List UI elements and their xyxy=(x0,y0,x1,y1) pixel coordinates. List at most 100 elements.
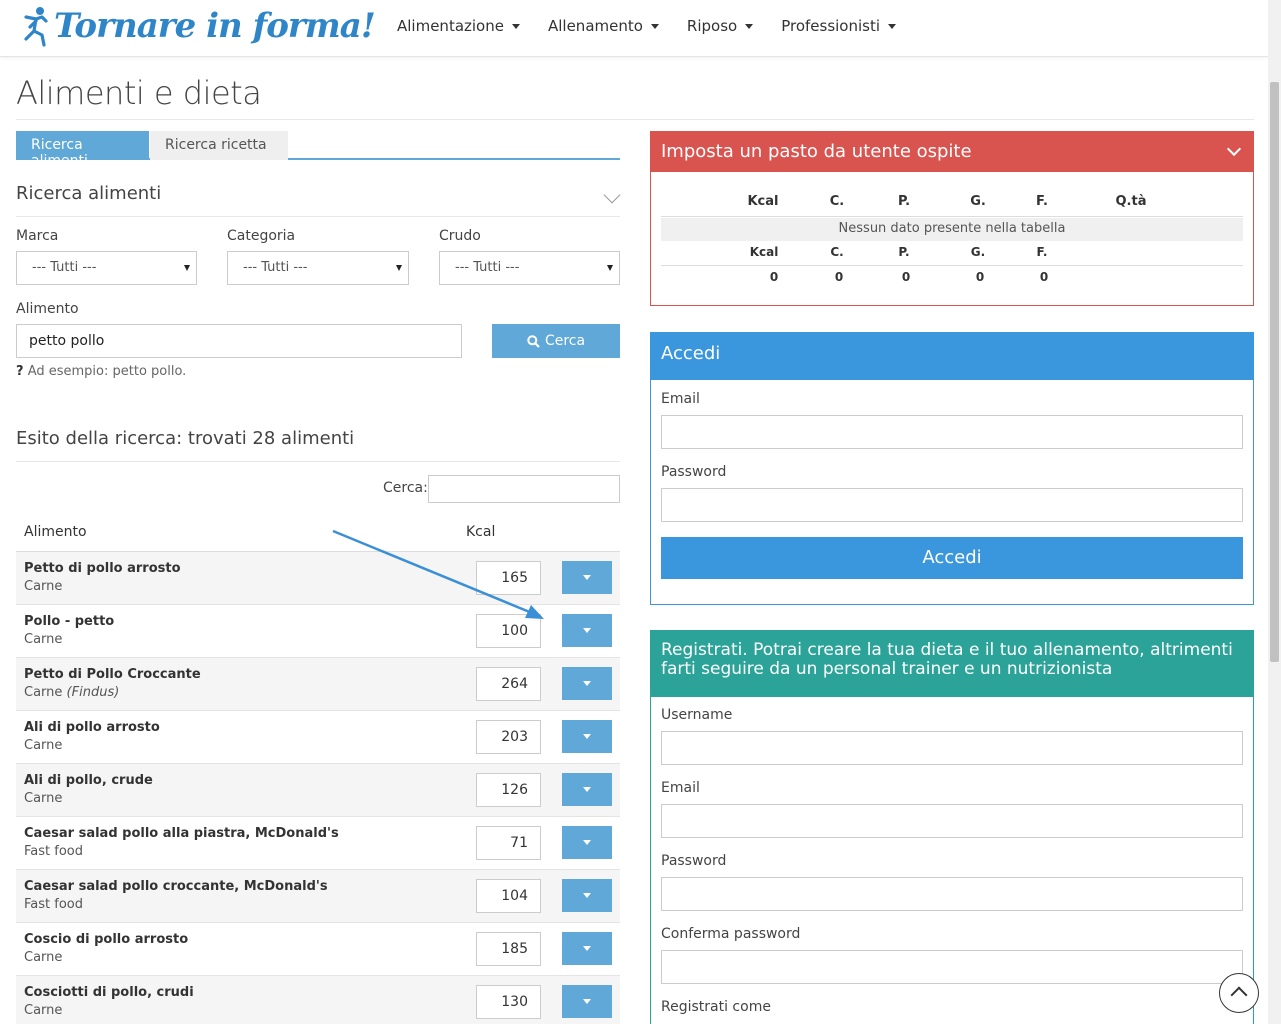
table-row: Ali di pollo arrosto Carne 203 xyxy=(16,711,620,764)
search-tabs: Ricerca alimenti Ricerca ricetta xyxy=(16,131,620,169)
select-arrow-icon xyxy=(184,265,190,271)
kcal-input[interactable]: 130 xyxy=(476,985,541,1019)
runner-logo-icon xyxy=(24,7,48,47)
meal-header: P. xyxy=(897,194,911,209)
food-name: Caesar salad pollo alla piastra, McDonal… xyxy=(24,826,339,841)
caret-down-icon xyxy=(583,734,591,739)
register-username-field[interactable] xyxy=(661,731,1243,765)
search-section-title: Ricerca alimenti xyxy=(16,183,162,204)
crudo-select-value: --- Tutti --- xyxy=(455,260,520,275)
table-row: Caesar salad pollo alla piastra, McDonal… xyxy=(16,817,620,870)
meal-empty-row: Nessun dato presente nella tabella xyxy=(661,218,1243,241)
food-brand: (Findus) xyxy=(66,685,120,700)
table-filter-input[interactable] xyxy=(428,475,620,503)
crudo-label: Crudo xyxy=(439,228,481,244)
register-email-field[interactable] xyxy=(661,804,1243,838)
chevron-down-icon[interactable] xyxy=(603,186,621,204)
food-category: Carne xyxy=(24,1003,63,1018)
kcal-input[interactable]: 104 xyxy=(476,879,541,913)
caret-down-icon xyxy=(888,23,897,29)
nav-alimentazione[interactable]: Alimentazione xyxy=(397,17,520,35)
scrollbar-thumb[interactable] xyxy=(1270,82,1279,662)
nav-professionisti[interactable]: Professionisti xyxy=(781,17,897,35)
nav-riposo[interactable]: Riposo xyxy=(686,17,754,35)
table-row: Petto di pollo arrosto Carne 165 xyxy=(16,552,620,605)
register-password-field[interactable] xyxy=(661,877,1243,911)
food-category: Carne xyxy=(24,950,63,965)
col-header-kcal[interactable]: Kcal xyxy=(466,524,495,540)
table-row: Cosciotti di pollo, crudi Carne 130 xyxy=(16,976,620,1024)
meal-header: Kcal xyxy=(747,194,779,209)
row-dropdown-button[interactable] xyxy=(562,561,612,594)
food-category: Carne xyxy=(24,738,63,753)
register-panel: Registrati. Potrai creare la tua dieta e… xyxy=(650,630,1254,1024)
table-filter-label: Cerca: xyxy=(383,480,428,496)
tab-ricerca-ricetta[interactable]: Ricerca ricetta xyxy=(150,131,288,160)
row-dropdown-button[interactable] xyxy=(562,773,612,806)
marca-label: Marca xyxy=(16,228,59,244)
kcal-input[interactable]: 100 xyxy=(476,614,541,648)
divider xyxy=(16,216,620,217)
meal-footer-header: Kcal xyxy=(749,245,779,259)
caret-down-icon xyxy=(583,681,591,686)
meal-header: G. xyxy=(970,194,986,209)
nav-label: Allenamento xyxy=(547,17,643,35)
register-confirm-password-field[interactable] xyxy=(661,950,1243,984)
page-scrollbar[interactable] xyxy=(1268,0,1281,1024)
crudo-select[interactable]: --- Tutti --- xyxy=(439,251,620,285)
select-arrow-icon xyxy=(396,265,402,271)
col-header-alimento[interactable]: Alimento xyxy=(24,524,87,540)
row-dropdown-button[interactable] xyxy=(562,667,612,700)
marca-select-value: --- Tutti --- xyxy=(32,260,97,275)
row-dropdown-button[interactable] xyxy=(562,985,612,1018)
kcal-input[interactable]: 126 xyxy=(476,773,541,807)
meal-footer-header: P. xyxy=(898,245,910,259)
caret-down-icon xyxy=(583,893,591,898)
row-dropdown-button[interactable] xyxy=(562,932,612,965)
marca-select[interactable]: --- Tutti --- xyxy=(16,251,197,285)
tab-ricerca-alimenti[interactable]: Ricerca alimenti xyxy=(16,131,149,169)
login-password-field[interactable] xyxy=(661,488,1243,522)
row-dropdown-button[interactable] xyxy=(562,826,612,859)
row-dropdown-button[interactable] xyxy=(562,614,612,647)
cerca-button[interactable]: Cerca xyxy=(492,324,620,358)
nav-label: Riposo xyxy=(686,17,738,35)
meal-header: F. xyxy=(1036,194,1048,209)
login-panel-title: Accedi xyxy=(651,333,1253,380)
search-icon xyxy=(527,334,540,348)
login-email-field[interactable] xyxy=(661,415,1243,449)
divider xyxy=(16,461,620,462)
results-title: Esito della ricerca: trovati 28 alimenti xyxy=(16,428,355,449)
alimento-input[interactable]: petto pollo xyxy=(16,324,462,358)
food-name: Cosciotti di pollo, crudi xyxy=(24,985,194,1000)
email-label: Email xyxy=(661,780,700,796)
categoria-select-value: --- Tutti --- xyxy=(243,260,308,275)
food-category: Carne xyxy=(24,579,63,594)
kcal-input[interactable]: 203 xyxy=(476,720,541,754)
username-label: Username xyxy=(661,707,733,723)
meal-header: C. xyxy=(829,194,845,209)
register-as-label: Registrati come xyxy=(661,999,771,1015)
food-name: Pollo - petto xyxy=(24,614,115,629)
meal-total: 0 xyxy=(975,270,985,284)
kcal-input[interactable]: 165 xyxy=(476,561,541,595)
kcal-input[interactable]: 264 xyxy=(476,667,541,701)
kcal-input[interactable]: 71 xyxy=(476,826,541,860)
accedi-button[interactable]: Accedi xyxy=(661,537,1243,579)
kcal-input[interactable]: 185 xyxy=(476,932,541,966)
scroll-to-top-button[interactable] xyxy=(1219,973,1259,1013)
caret-down-icon xyxy=(583,999,591,1004)
caret-down-icon xyxy=(583,840,591,845)
cerca-button-label: Cerca xyxy=(544,333,586,349)
meal-panel-header[interactable]: Imposta un pasto da utente ospite xyxy=(651,132,1253,172)
divider xyxy=(661,216,1243,217)
site-logo[interactable]: Tornare in forma! xyxy=(20,2,376,50)
password-label: Password xyxy=(661,853,727,869)
row-dropdown-button[interactable] xyxy=(562,879,612,912)
nav-label: Alimentazione xyxy=(397,17,504,35)
row-dropdown-button[interactable] xyxy=(562,720,612,753)
page-title: Alimenti e dieta xyxy=(16,74,262,112)
caret-down-icon xyxy=(745,23,754,29)
nav-allenamento[interactable]: Allenamento xyxy=(548,17,659,35)
categoria-select[interactable]: --- Tutti --- xyxy=(227,251,409,285)
